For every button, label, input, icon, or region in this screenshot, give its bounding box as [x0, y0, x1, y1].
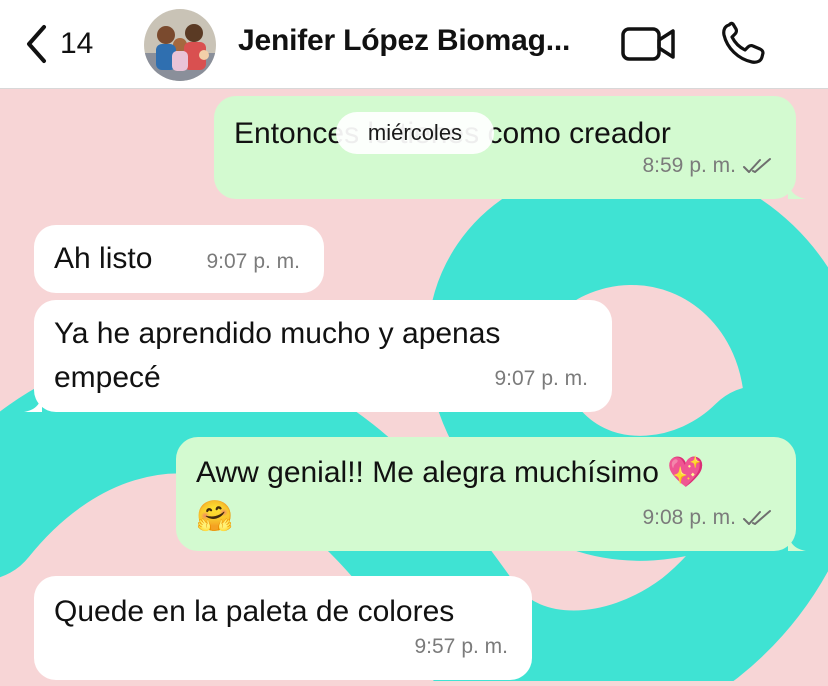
phone-icon — [722, 21, 765, 64]
bubble-tail — [788, 533, 806, 551]
message-ampm: p. m. — [461, 635, 508, 658]
message-meta: 9:57 p. m. — [414, 625, 508, 668]
message-text-line-1: Ya he aprendido mucho y apenas — [54, 317, 501, 350]
date-separator: miércoles — [336, 112, 494, 154]
message-ampm: p. m. — [253, 250, 300, 273]
message-meta: 9:07 p. m. — [494, 357, 588, 400]
message-time: 9:07 — [206, 250, 248, 273]
message-bubble-outgoing[interactable]: Aww genial!! Me alegra muchísimo 💖 🤗 9:0… — [176, 437, 806, 551]
unread-count: 14 — [60, 27, 94, 60]
voice-call-button[interactable] — [720, 21, 768, 65]
avatar[interactable] — [144, 9, 216, 81]
bubble-tail — [788, 181, 806, 199]
message-bubble-incoming[interactable]: Ah listo 9:07 p. m. — [34, 225, 324, 293]
message-text-line-2: empecé — [54, 361, 161, 394]
double-check-icon — [743, 509, 771, 525]
message-time: 9:57 — [414, 635, 456, 658]
message-text-line-1: Aww genial!! Me alegra muchísimo 💖 — [196, 456, 705, 489]
message-time: 9:07 — [494, 367, 536, 390]
back-button[interactable]: 14 — [24, 22, 110, 66]
video-call-button[interactable] — [620, 24, 678, 64]
double-check-icon — [743, 157, 771, 173]
message-ampm: p. m. — [689, 506, 736, 529]
message-text-line-2: 🤗 — [196, 500, 234, 533]
message-time: 8:59 — [642, 154, 684, 177]
message-bubble-outgoing[interactable]: Entonces lo tienes como creador 8:59 p. … — [214, 96, 806, 199]
message-bubble-incoming[interactable]: Quede en la paleta de colores 9:57 p. m. — [34, 576, 532, 680]
message-ampm: p. m. — [689, 154, 736, 177]
message-meta: 9:07 p. m. — [206, 240, 300, 283]
message-time: 9:08 — [642, 506, 684, 529]
chat-header: 14 Jenifer López Biomag... — [0, 0, 828, 89]
message-meta: 8:59 p. m. — [642, 144, 772, 187]
chevron-left-icon — [27, 25, 46, 63]
contact-name[interactable]: Jenifer López Biomag... — [238, 24, 570, 58]
video-camera-icon — [621, 27, 675, 61]
message-ampm: p. m. — [541, 367, 588, 390]
message-bubble-incoming[interactable]: Ya he aprendido mucho y apenas empecé 9:… — [24, 300, 612, 412]
bubble-tail — [24, 394, 42, 412]
message-text: Ah listo — [54, 242, 153, 275]
message-meta: 9:08 p. m. — [642, 496, 772, 539]
message-text: Quede en la paleta de colores — [54, 595, 455, 628]
